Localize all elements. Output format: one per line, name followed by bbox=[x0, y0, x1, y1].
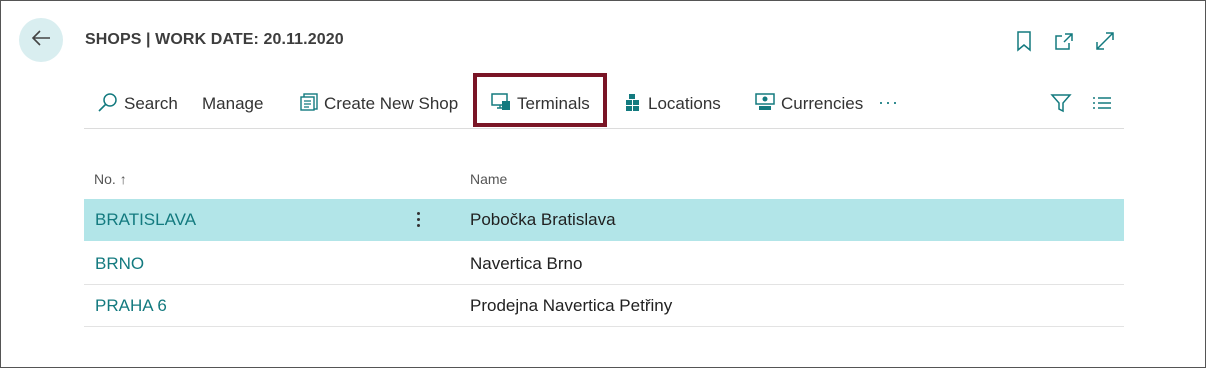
column-header-name[interactable]: Name bbox=[470, 171, 507, 187]
locations-label: Locations bbox=[648, 94, 721, 113]
arrow-left-icon bbox=[30, 27, 52, 54]
row-name: Pobočka Bratislava bbox=[470, 210, 616, 229]
terminals-highlight-box bbox=[473, 73, 607, 127]
row-no-link[interactable]: BRNO bbox=[95, 254, 144, 274]
create-new-shop-button[interactable]: Create New Shop bbox=[299, 92, 458, 116]
currencies-icon bbox=[754, 92, 781, 117]
search-button[interactable]: Search bbox=[97, 92, 178, 116]
row-name: Prodejna Navertica Petřiny bbox=[470, 296, 673, 315]
row-name: Navertica Brno bbox=[470, 254, 583, 273]
currencies-label: Currencies bbox=[781, 94, 864, 113]
sort-ascending-icon: ↑ bbox=[119, 171, 127, 187]
expand-icon[interactable] bbox=[1094, 30, 1116, 52]
page-header: SHOPS | WORK DATE: 20.11.2020 bbox=[1, 1, 1205, 78]
table-row[interactable]: PRAHA 6 Prodejna Navertica Petřiny bbox=[84, 285, 1124, 327]
row-no-link[interactable]: PRAHA 6 bbox=[95, 296, 167, 316]
column-no-label: No. bbox=[94, 171, 116, 187]
locations-button[interactable]: Locations bbox=[623, 92, 721, 116]
locations-icon bbox=[623, 92, 648, 117]
table-row[interactable]: BRNO Navertica Brno bbox=[84, 243, 1124, 285]
more-actions-button[interactable]: ··· bbox=[878, 90, 899, 114]
table-row[interactable]: BRATISLAVA Pobočka Bratislava bbox=[84, 199, 1124, 241]
list-view-icon[interactable] bbox=[1092, 94, 1112, 117]
manage-label: Manage bbox=[202, 94, 264, 113]
currencies-button[interactable]: Currencies bbox=[754, 92, 863, 116]
search-label: Search bbox=[124, 94, 178, 113]
manage-menu[interactable]: Manage bbox=[202, 92, 263, 116]
bookmark-icon[interactable] bbox=[1013, 30, 1035, 52]
column-header-no[interactable]: No. ↑ bbox=[94, 171, 127, 187]
create-new-shop-icon bbox=[299, 92, 324, 117]
page-frame: SHOPS | WORK DATE: 20.11.2020 Search Man… bbox=[0, 0, 1206, 368]
filter-icon[interactable] bbox=[1050, 93, 1072, 118]
row-more-options-icon[interactable] bbox=[412, 205, 424, 233]
back-button[interactable] bbox=[19, 18, 63, 62]
open-in-new-window-icon[interactable] bbox=[1053, 30, 1075, 52]
create-new-shop-label: Create New Shop bbox=[324, 94, 459, 113]
search-icon bbox=[97, 92, 124, 117]
page-title: SHOPS | WORK DATE: 20.11.2020 bbox=[85, 31, 344, 48]
row-no-link[interactable]: BRATISLAVA bbox=[95, 210, 196, 230]
